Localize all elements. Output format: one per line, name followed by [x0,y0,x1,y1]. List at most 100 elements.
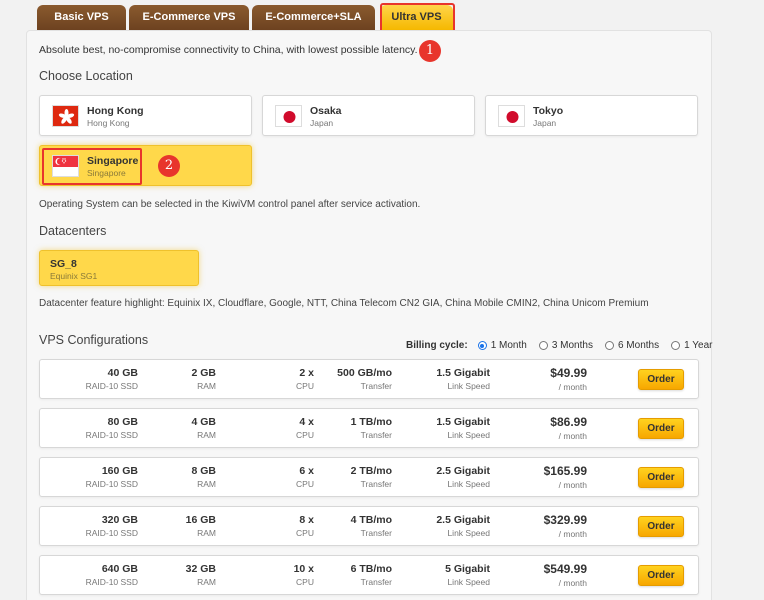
location-name: Hong Kong [87,105,144,117]
cpu-count-cell: 2 x CPU [296,367,314,391]
ultra-vps-highlight-box [380,3,455,33]
cpu-count: 10 x [293,563,314,575]
link-speed: 5 Gigabit [445,563,490,575]
link-speed-cell: 5 Gigabit Link Speed [445,563,490,587]
config-row: 320 GB RAID-10 SSD 16 GB RAM 8 x CPU 4 TB/mo Tr… [39,506,699,546]
billing-option-label: 1 Month [490,340,527,351]
link-speed-label: Link Speed [447,430,490,440]
os-note: Operating System can be selected in the … [39,199,421,210]
order-button[interactable]: Order [638,516,684,537]
ram-size-label: RAM [197,528,216,538]
link-speed-label: Link Speed [447,479,490,489]
ram-size: 16 GB [185,514,216,526]
billing-option-label: 6 Months [617,340,660,351]
ram-size-label: RAM [197,479,216,489]
billing-option-1-year[interactable]: 1 Year [671,340,712,351]
transfer-amount-label: Transfer [360,430,392,440]
radio-selected-icon[interactable] [477,341,487,350]
transfer-amount: 500 GB/mo [337,367,392,379]
price: $49.99 [550,366,587,380]
price: $165.99 [543,464,587,478]
disk-size-cell: 80 GB RAID-10 SSD [86,416,138,440]
link-speed: 2.5 Gigabit [436,465,490,477]
cpu-count: 8 x [299,514,314,526]
location-name: Osaka [310,105,342,117]
ram-size: 4 GB [191,416,216,428]
link-speed-label: Link Speed [447,381,490,391]
annotation-badge-1: 1 [419,40,441,62]
billing-option-label: 1 Year [684,340,713,351]
price-cell: $165.99 / month [544,464,587,490]
disk-size: 80 GB [107,416,138,428]
tab-ecommerce-vps[interactable]: E-Commerce VPS [129,5,249,30]
config-row: 160 GB RAID-10 SSD 8 GB RAM 6 x CPU 2 TB/mo Tra… [39,457,699,497]
billing-option-6-months[interactable]: 6 Months [604,340,660,351]
ram-size: 8 GB [191,465,216,477]
transfer-amount-cell: 500 GB/mo Transfer [337,367,392,391]
datacenter-card-sg8[interactable]: SG_8 Equinix SG1 [39,250,199,286]
price-cell: $49.99 / month [550,366,587,392]
link-speed-label: Link Speed [447,528,490,538]
disk-size-cell: 160 GB RAID-10 SSD [86,465,138,489]
order-button[interactable]: Order [638,565,684,586]
datacenter-facility: Equinix SG1 [50,271,98,281]
transfer-amount-label: Transfer [360,577,392,587]
price-cell: $549.99 / month [544,562,587,588]
link-speed: 1.5 Gigabit [436,367,490,379]
link-speed: 1.5 Gigabit [436,416,490,428]
radio-icon[interactable] [538,341,548,350]
japan-flag-icon [275,105,302,127]
price: $549.99 [543,562,587,576]
price-label: / month [558,578,587,588]
cpu-count-label: CPU [296,381,314,391]
billing-cycle-label: Billing cycle: [406,340,468,351]
link-speed-label: Link Speed [447,577,490,587]
location-heading: Choose Location [39,69,133,83]
price-label: / month [558,431,587,441]
billing-cycle: Billing cycle: 1 Month 3 Months 6 Months… [406,340,724,351]
singapore-highlight-box [42,148,142,185]
transfer-amount-cell: 4 TB/mo Transfer [351,514,392,538]
transfer-amount-label: Transfer [360,381,392,391]
location-country: Hong Kong [87,118,130,128]
config-row: 40 GB RAID-10 SSD 2 GB RAM 2 x CPU 500 GB/mo Tr… [39,359,699,399]
cpu-count: 2 x [299,367,314,379]
billing-option-3-months[interactable]: 3 Months [538,340,593,351]
transfer-amount-cell: 6 TB/mo Transfer [351,563,392,587]
link-speed-cell: 1.5 Gigabit Link Speed [436,416,490,440]
cpu-count: 6 x [299,465,314,477]
cpu-count-label: CPU [296,479,314,489]
japan-flag-icon [498,105,525,127]
annotation-badge-2: 2 [158,155,180,177]
tab-ecommerce-sla[interactable]: E-Commerce+SLA [252,5,375,30]
order-button[interactable]: Order [638,418,684,439]
radio-icon[interactable] [671,341,681,350]
transfer-amount: 6 TB/mo [350,563,392,575]
billing-option-1-month[interactable]: 1 Month [477,340,527,351]
disk-size: 160 GB [101,465,138,477]
price: $329.99 [543,513,587,527]
ram-size-label: RAM [197,381,216,391]
price: $86.99 [550,415,587,429]
link-speed-cell: 1.5 Gigabit Link Speed [436,367,490,391]
datacenter-feature-note: Datacenter feature highlight: Equinix IX… [39,298,649,309]
config-heading: VPS Configurations [39,333,149,347]
location-country: Japan [310,118,334,128]
disk-size: 640 GB [101,563,138,575]
location-card-osaka[interactable]: Osaka Japan [262,95,475,136]
link-speed: 2.5 Gigabit [436,514,490,526]
ram-size-cell: 2 GB RAM [191,367,216,391]
link-speed-cell: 2.5 Gigabit Link Speed [436,514,490,538]
price-label: / month [558,382,587,392]
tab-basic-vps[interactable]: Basic VPS [37,5,126,30]
transfer-amount-label: Transfer [360,528,392,538]
location-card-tokyo[interactable]: Tokyo Japan [485,95,698,136]
order-button[interactable]: Order [638,369,684,390]
location-card-hong-kong[interactable]: Hong Kong Hong Kong [39,95,252,136]
disk-size: 40 GB [107,367,138,379]
order-button[interactable]: Order [638,467,684,488]
transfer-amount-cell: 1 TB/mo Transfer [351,416,392,440]
radio-icon[interactable] [604,341,614,350]
config-row: 640 GB RAID-10 SSD 32 GB RAM 10 x CPU 6 TB/mo T… [39,555,699,595]
cpu-count-cell: 8 x CPU [296,514,314,538]
